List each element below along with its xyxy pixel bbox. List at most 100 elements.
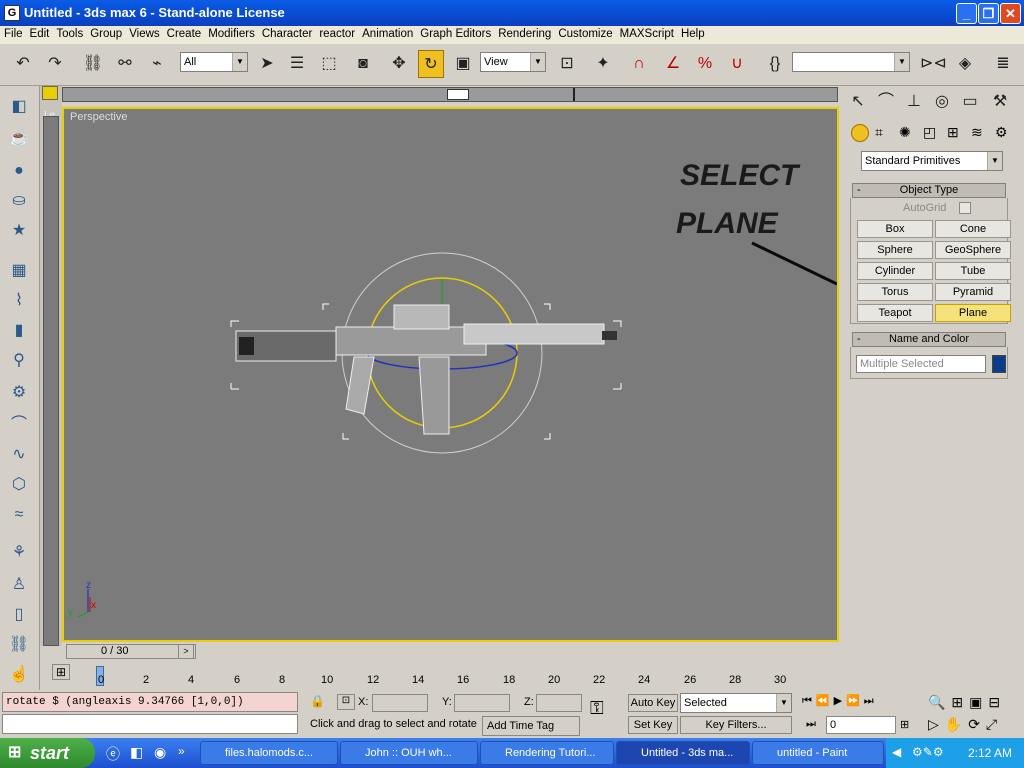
lights-category-icon[interactable]: ✺ <box>899 124 911 141</box>
key-mode-toggle-icon[interactable]: ⏭ <box>806 718 816 731</box>
reference-coordinate-dropdown[interactable]: View ▼ <box>480 52 546 72</box>
utilities-tab-icon[interactable]: ⚒ <box>987 88 1013 116</box>
teapot-button[interactable]: Teapot <box>857 304 933 322</box>
left-viewport[interactable] <box>43 116 59 646</box>
close-button[interactable]: ✕ <box>1000 3 1021 24</box>
tube-button[interactable]: Tube <box>935 262 1011 280</box>
maxscript-listener-input[interactable] <box>2 714 298 734</box>
hierarchy-tab-icon[interactable]: ⊥ <box>901 88 927 116</box>
manipulate-icon[interactable]: ✦ <box>590 50 616 78</box>
mirror-icon[interactable]: ⊳⊲ <box>920 50 947 78</box>
menu-animation[interactable]: Animation <box>358 26 416 40</box>
torus-button[interactable]: Torus <box>857 283 933 301</box>
key-mode-dropdown[interactable]: Selected ▼ <box>680 693 792 713</box>
checker-icon[interactable]: ▦ <box>6 258 32 284</box>
task-rendering-tutorial[interactable]: Rendering Tutori... <box>480 741 614 765</box>
select-and-scale-icon[interactable]: ▣ <box>450 50 476 78</box>
create-tab-icon[interactable]: ↖ <box>845 88 871 116</box>
cone-button[interactable]: Cone <box>935 220 1011 238</box>
menu-rendering[interactable]: Rendering <box>494 26 554 40</box>
named-selection-sets-dropdown[interactable]: ▼ <box>792 52 910 72</box>
more-quicklaunch-icon[interactable]: » <box>178 744 185 758</box>
pyramid-button[interactable]: Pyramid <box>935 283 1011 301</box>
hand-icon[interactable]: ☝ <box>6 662 32 688</box>
spring-icon[interactable]: ⌇ <box>6 288 32 314</box>
primitive-type-dropdown[interactable]: Standard Primitives ▼ <box>861 151 1003 171</box>
bend-icon[interactable]: ⌒ <box>6 412 32 438</box>
edit-named-selections-icon[interactable]: {} <box>762 50 788 78</box>
cylinder-icon[interactable]: ⛀ <box>6 188 32 214</box>
task-files-halomods[interactable]: files.halomods.c... <box>200 741 338 765</box>
autogrid-checkbox[interactable] <box>959 202 971 214</box>
track-bar[interactable]: ⊞ 0 2 4 6 8 10 12 14 16 18 20 22 24 26 2… <box>40 662 845 690</box>
time-slider-track[interactable]: 0 / 30 <box>66 644 196 659</box>
perspective-viewport[interactable]: Perspective z y x SELECT PLANE <box>62 107 839 642</box>
selection-filter-dropdown[interactable]: All ▼ <box>180 52 248 72</box>
task-3ds-max[interactable]: Untitled - 3ds ma... <box>616 741 750 765</box>
time-configuration-icon[interactable]: ⊞ <box>900 718 909 731</box>
next-frame-button[interactable]: > <box>178 644 194 659</box>
wave-icon[interactable]: ≈ <box>6 502 32 528</box>
gear-icon[interactable]: ⚙ <box>6 380 32 406</box>
sphere-button[interactable]: Sphere <box>857 241 933 259</box>
unlink-icon[interactable]: ⚯ <box>112 50 138 78</box>
systems-category-icon[interactable]: ⚙ <box>995 124 1008 141</box>
set-key-button[interactable]: Set Key <box>628 716 678 734</box>
link-icon[interactable]: ⛓ <box>6 632 32 658</box>
playback-controls[interactable]: ⏮⏪▶⏩⏭ <box>802 694 878 708</box>
rectangular-selection-icon[interactable]: ⬚ <box>316 50 342 78</box>
tube-icon[interactable]: ▮ <box>6 318 32 344</box>
twist-icon[interactable]: ∿ <box>6 442 32 468</box>
biped-icon[interactable]: ♙ <box>6 572 32 598</box>
menu-customize[interactable]: Customize <box>554 26 615 40</box>
viewport-navigation-bottom[interactable]: ▷✋⟳⤢ <box>928 716 1003 733</box>
align-icon[interactable]: ◈ <box>952 50 978 78</box>
angle-snap-icon[interactable]: ∠ <box>660 50 686 78</box>
menu-help[interactable]: Help <box>677 26 708 40</box>
menu-edit[interactable]: Edit <box>26 26 53 40</box>
menu-views[interactable]: Views <box>125 26 162 40</box>
select-and-rotate-icon[interactable]: ↻ <box>418 50 444 78</box>
minimize-button[interactable]: _ <box>956 3 977 24</box>
current-frame-field[interactable]: 0 <box>826 716 896 734</box>
box-button[interactable]: Box <box>857 220 933 238</box>
x-coordinate-field[interactable] <box>372 694 428 712</box>
star-icon[interactable]: ★ <box>6 218 32 244</box>
geosphere-button[interactable]: GeoSphere <box>935 241 1011 259</box>
menu-modifiers[interactable]: Modifiers <box>204 26 258 40</box>
task-paint[interactable]: untitled - Paint <box>752 741 884 765</box>
menu-create[interactable]: Create <box>163 26 205 40</box>
select-object-icon[interactable]: ➤ <box>254 50 280 78</box>
helpers-category-icon[interactable]: ⊞ <box>947 124 959 141</box>
restore-button[interactable]: ❐ <box>978 3 999 24</box>
select-and-move-icon[interactable]: ✥ <box>386 50 412 78</box>
select-by-name-icon[interactable]: ☰ <box>284 50 310 78</box>
lathe-icon[interactable]: ⚲ <box>6 348 32 374</box>
book-icon[interactable]: ▯ <box>6 602 32 628</box>
y-coordinate-field[interactable] <box>454 694 510 712</box>
media-quicklaunch-icon[interactable]: ◉ <box>154 744 166 761</box>
percent-snap-icon[interactable]: % <box>692 50 718 78</box>
modify-tab-icon[interactable]: ⌒ <box>873 88 899 116</box>
z-coordinate-field[interactable] <box>536 694 582 712</box>
ie-quicklaunch-icon[interactable]: ⓔ <box>106 744 120 764</box>
menu-maxscript[interactable]: MAXScript <box>616 26 677 40</box>
use-pivot-center-icon[interactable]: ⊡ <box>554 50 580 78</box>
space-warps-category-icon[interactable]: ≋ <box>971 124 983 141</box>
motion-tab-icon[interactable]: ◎ <box>929 88 955 116</box>
box-icon[interactable]: ◧ <box>6 94 32 120</box>
viewport-navigation-top[interactable]: 🔍⊞▣⊟ <box>928 694 1006 711</box>
strip-handle[interactable] <box>447 89 469 100</box>
undo-icon[interactable]: ↶ <box>10 50 36 78</box>
tray-app-icons[interactable]: ⚙✎⚙ <box>912 745 944 759</box>
teapot-icon[interactable]: ☕ <box>6 126 32 152</box>
menu-group[interactable]: Group <box>86 26 125 40</box>
spinner-snap-icon[interactable]: ∪ <box>724 50 750 78</box>
cylinder-button[interactable]: Cylinder <box>857 262 933 280</box>
ffd-icon[interactable]: ⬡ <box>6 472 32 498</box>
snap-toggle-icon[interactable]: ∩ <box>626 50 652 78</box>
select-and-link-icon[interactable]: ⛓ <box>80 50 106 78</box>
menu-reactor[interactable]: reactor <box>315 26 358 40</box>
start-button[interactable]: ⊞ start <box>0 738 95 768</box>
maxscript-listener-output[interactable]: rotate $ (angleaxis 9.34766 [1,0,0]) <box>2 692 298 712</box>
